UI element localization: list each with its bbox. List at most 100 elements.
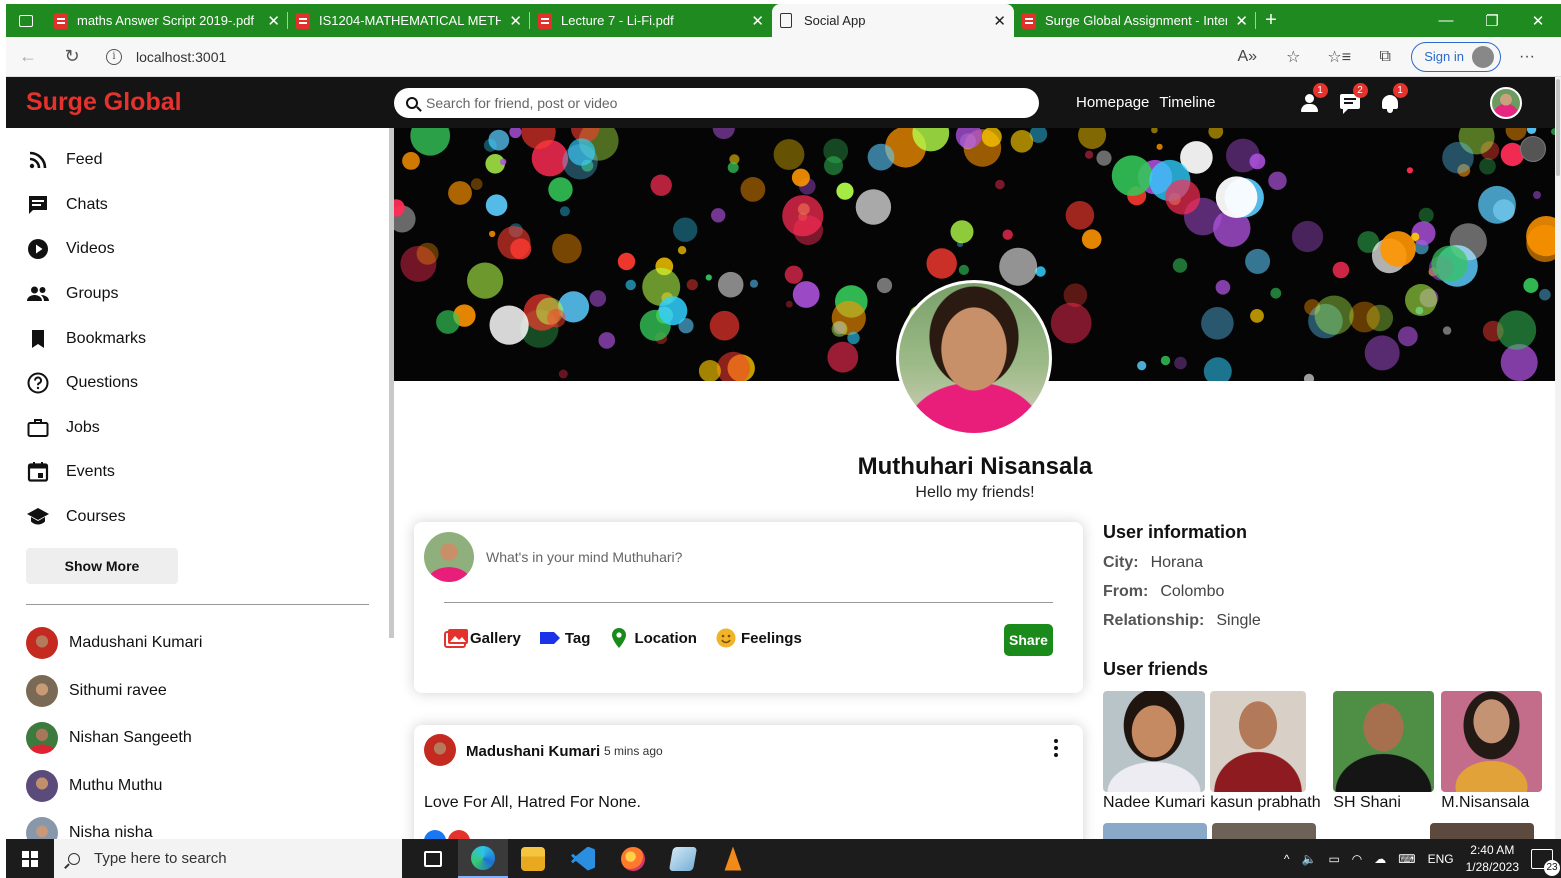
app-logo[interactable]: Surge Global — [26, 88, 394, 117]
homepage-link[interactable]: Homepage — [1076, 94, 1149, 111]
tab-actions-button[interactable] — [6, 4, 46, 37]
volume-icon[interactable]: 🔈 — [1301, 852, 1316, 866]
tag-option[interactable]: Tag — [539, 628, 590, 648]
timeline-link[interactable]: Timeline — [1159, 94, 1215, 111]
task-view-icon[interactable] — [408, 839, 458, 878]
post-reactions[interactable] — [424, 830, 472, 839]
search-input[interactable] — [426, 94, 1016, 111]
bokeh-dot — [470, 178, 483, 190]
search-bar[interactable] — [394, 87, 1039, 118]
bokeh-dot — [686, 279, 698, 291]
sidebar-item-courses[interactable]: Courses — [6, 495, 389, 540]
tab-close-icon[interactable]: ✕ — [509, 12, 522, 30]
sidebar-item-questions[interactable]: Questions — [6, 361, 389, 406]
collections-icon[interactable]: ⧉ — [1365, 48, 1405, 66]
share-post-card: What's in your mind Muthuhari? Gallery T… — [414, 522, 1083, 693]
chat-line — [1343, 101, 1353, 104]
edge-icon[interactable] — [458, 839, 508, 878]
browser-tab-active[interactable]: Social App ✕ — [772, 4, 1014, 37]
url-field[interactable]: i localhost:3001 — [106, 48, 226, 65]
tab-close-icon[interactable]: ✕ — [267, 12, 280, 30]
notifications-icon[interactable]: 1 — [1380, 82, 1408, 113]
location-option[interactable]: Location — [608, 628, 697, 648]
tab-close-icon[interactable]: ✕ — [751, 12, 764, 30]
file-explorer-icon[interactable] — [508, 839, 558, 878]
onedrive-icon[interactable]: ☁ — [1374, 852, 1386, 866]
profile-picture[interactable] — [896, 280, 1052, 436]
friend-list-item[interactable]: Nisha nisha — [6, 809, 389, 839]
friend-list-item[interactable]: Sithumi ravee — [6, 667, 389, 715]
post-author-name[interactable]: Madushani Kumari — [466, 743, 600, 760]
start-button[interactable] — [6, 850, 54, 867]
chevron-up-icon[interactable]: ^ — [1284, 852, 1290, 866]
sidebar-item-events[interactable]: Events — [6, 450, 389, 495]
restore-icon[interactable]: ❐ — [1469, 12, 1515, 30]
page-scrollbar[interactable] — [1555, 77, 1561, 839]
sidebar-item-videos[interactable]: Videos — [6, 227, 389, 272]
sidebar-item-label: Events — [66, 463, 115, 481]
share-avatar — [424, 532, 474, 582]
show-more-button[interactable]: Show More — [26, 548, 178, 585]
browser-tab[interactable]: Surge Global Assignment - Intern ✕ — [1014, 4, 1256, 37]
sidebar-item-groups[interactable]: Groups — [6, 272, 389, 317]
user-friend-card[interactable]: SH Shani — [1333, 691, 1435, 812]
browser-tab[interactable]: maths Answer Script 2019-.pdf ✕ — [46, 4, 288, 37]
feelings-option[interactable]: Feelings — [715, 628, 802, 648]
battery-icon[interactable]: ▭ — [1328, 852, 1339, 866]
sidebar-item-feed[interactable]: Feed — [6, 138, 389, 183]
bokeh-dot — [1215, 280, 1231, 295]
notification-center-icon[interactable]: 23 — [1531, 848, 1560, 876]
keyboard-icon[interactable]: ⌨ — [1398, 852, 1415, 866]
read-aloud-icon[interactable]: A» — [1227, 48, 1267, 66]
sidebar-item-label: Questions — [66, 374, 139, 392]
visual-search-icon[interactable] — [1520, 136, 1546, 162]
post-author-avatar[interactable] — [424, 734, 456, 766]
pdf-icon — [1022, 12, 1036, 29]
user-avatar[interactable] — [1489, 86, 1522, 119]
language-indicator[interactable]: ENG — [1428, 852, 1454, 866]
tab-close-icon[interactable]: ✕ — [1235, 12, 1248, 30]
messages-icon[interactable]: 2 — [1339, 82, 1368, 114]
new-tab-icon[interactable]: + — [1256, 9, 1286, 32]
close-window-icon[interactable]: ✕ — [1515, 12, 1561, 30]
browser-tab[interactable]: IS1204-MATHEMATICAL METHO ✕ — [288, 4, 530, 37]
notepad-icon[interactable] — [658, 839, 708, 878]
firefox-icon[interactable] — [608, 839, 658, 878]
add-favorite-icon[interactable]: ☆ — [1273, 47, 1313, 67]
favorites-icon[interactable]: ☆≡ — [1319, 47, 1359, 67]
bokeh-dot — [1065, 201, 1095, 230]
minimize-icon[interactable]: — — [1423, 12, 1469, 30]
gallery-icon — [444, 628, 468, 648]
sidebar-item-bookmarks[interactable]: Bookmarks — [6, 316, 389, 361]
vscode-icon[interactable] — [558, 839, 608, 878]
vlc-icon[interactable] — [708, 839, 758, 878]
more-vert-icon[interactable] — [1054, 739, 1058, 757]
refresh-icon[interactable]: ↻ — [50, 46, 94, 67]
site-info-icon[interactable]: i — [106, 48, 122, 65]
tab-title: IS1204-MATHEMATICAL METHO — [319, 13, 502, 28]
browser-tab[interactable]: Lecture 7 - Li-Fi.pdf ✕ — [530, 4, 772, 37]
friend-requests-icon[interactable]: 1 — [1300, 82, 1328, 113]
tab-close-icon[interactable]: ✕ — [993, 12, 1006, 30]
info-value: Single — [1216, 612, 1261, 629]
user-friend-card[interactable]: M.Nisansala — [1441, 691, 1543, 812]
taskbar-search[interactable]: Type here to search — [54, 839, 402, 878]
sign-in-button[interactable]: Sign in — [1411, 41, 1501, 72]
user-friend-card[interactable]: Nadee Kumari — [1103, 691, 1205, 812]
wifi-icon[interactable]: ◠ — [1352, 852, 1362, 866]
gallery-option[interactable]: Gallery — [444, 628, 521, 648]
friend-photo — [1441, 691, 1543, 792]
taskbar-clock[interactable]: 2:40 AM 1/28/2023 — [1466, 842, 1519, 876]
sidebar-item-jobs[interactable]: Jobs — [6, 406, 389, 451]
share-button[interactable]: Share — [1004, 624, 1053, 656]
share-divider — [444, 602, 1053, 603]
friend-list-item[interactable]: Nishan Sangeeth — [6, 714, 389, 762]
emoji-icon — [715, 628, 737, 648]
user-friend-card[interactable]: kasun prabhath — [1210, 691, 1321, 812]
share-input[interactable]: What's in your mind Muthuhari? — [486, 549, 682, 565]
friend-list-item[interactable]: Muthu Muthu — [6, 762, 389, 810]
more-options-icon[interactable]: ··· — [1507, 48, 1547, 66]
back-arrow-icon[interactable]: ← — [6, 46, 50, 67]
friend-list-item[interactable]: Madushani Kumari — [6, 619, 389, 667]
sidebar-item-chats[interactable]: Chats — [6, 183, 389, 228]
